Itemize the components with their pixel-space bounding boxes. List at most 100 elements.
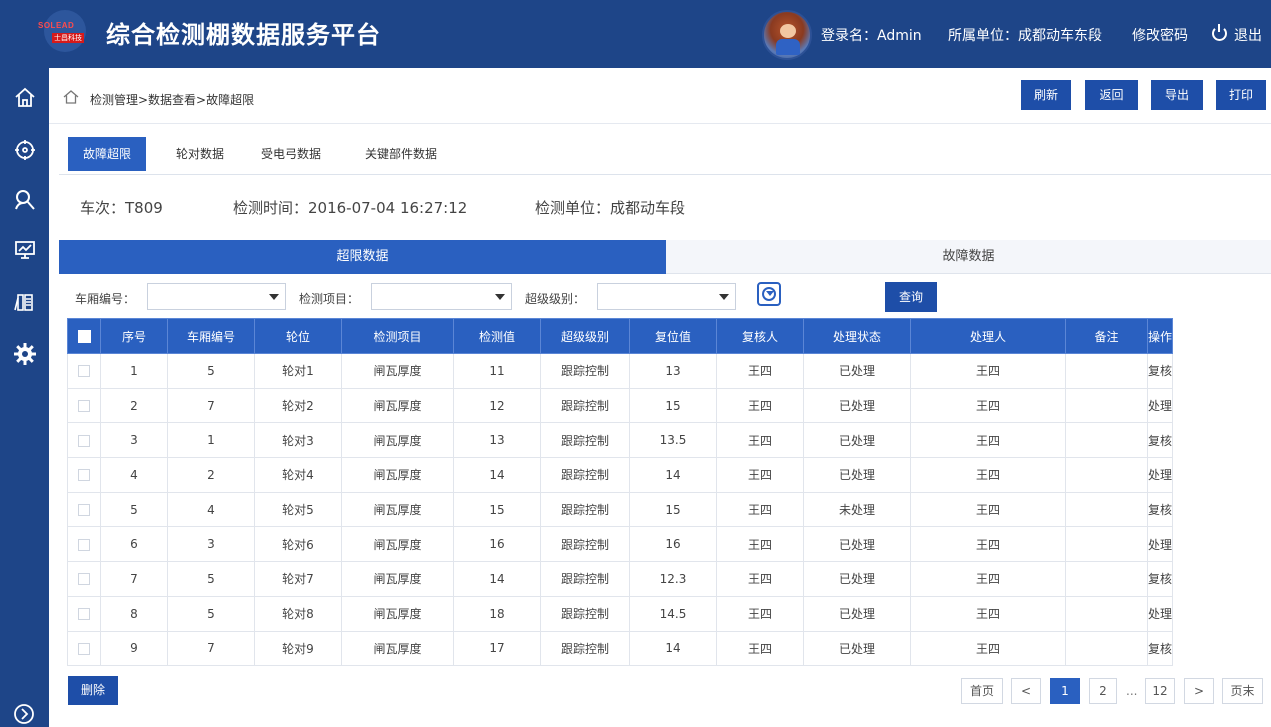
export-button[interactable]: 导出 — [1151, 80, 1203, 110]
row-index: 2 — [100, 387, 168, 424]
row-wheel: 轮对7 — [254, 561, 342, 597]
row-item: 闸瓦厚度 — [341, 457, 454, 493]
row-checkbox[interactable] — [67, 457, 101, 493]
col-wheel: 轮位 — [254, 318, 342, 354]
row-checkbox[interactable] — [67, 561, 101, 597]
prev-page-button[interactable]: < — [1011, 678, 1041, 704]
row-level: 跟踪控制 — [540, 630, 630, 667]
first-page-button[interactable]: 首页 — [961, 678, 1003, 704]
row-car: 5 — [167, 353, 255, 389]
row-action[interactable]: 处理 — [1146, 526, 1174, 563]
row-reset: 15 — [629, 491, 717, 528]
gear-icon[interactable] — [13, 342, 37, 366]
search-user-icon[interactable] — [13, 188, 37, 212]
row-checkbox[interactable] — [67, 353, 101, 389]
row-reset: 12.3 — [629, 561, 717, 597]
row-level: 跟踪控制 — [540, 526, 630, 563]
top-header: SOLEAD 士昌科技 综合检测棚数据服务平台 登录名：Admin 所属单位：成… — [0, 0, 1271, 68]
change-password-link[interactable]: 修改密码 — [1132, 25, 1188, 45]
car-number-select[interactable] — [147, 283, 286, 310]
row-checker: 王四 — [716, 491, 804, 528]
refresh-button[interactable]: 刷新 — [1021, 80, 1071, 110]
row-action[interactable]: 处理 — [1146, 457, 1174, 493]
row-checkbox[interactable] — [67, 595, 101, 632]
expand-filter-icon[interactable] — [757, 282, 781, 306]
row-car: 7 — [167, 387, 255, 424]
last-page-button[interactable]: 页末 — [1222, 678, 1263, 704]
select-all-checkbox[interactable] — [67, 318, 101, 354]
tab-fault-data[interactable]: 故障数据 — [666, 240, 1271, 274]
login-name: 登录名：Admin — [821, 28, 922, 44]
row-note — [1065, 457, 1148, 493]
row-checkbox[interactable] — [67, 387, 101, 424]
row-value: 18 — [453, 595, 541, 632]
back-button[interactable]: 返回 — [1085, 80, 1138, 110]
query-button[interactable]: 查询 — [885, 282, 937, 312]
row-checkbox[interactable] — [67, 526, 101, 563]
compass-icon[interactable] — [13, 138, 37, 162]
data-tabs: 故障超限 轮对数据 受电弓数据 关键部件数据 — [59, 133, 1271, 175]
row-wheel: 轮对9 — [254, 630, 342, 667]
row-action[interactable]: 复核 — [1146, 630, 1174, 667]
inspection-unit: 检测单位：成都动车段 — [535, 199, 686, 217]
row-action[interactable]: 复核 — [1146, 491, 1174, 528]
row-checkbox[interactable] — [67, 422, 101, 459]
row-checkbox[interactable] — [67, 630, 101, 667]
row-item: 闸瓦厚度 — [341, 491, 454, 528]
next-page-button[interactable]: > — [1184, 678, 1214, 704]
row-reset: 13 — [629, 353, 717, 389]
row-checker: 王四 — [716, 457, 804, 493]
tab-wheelset-data[interactable]: 轮对数据 — [163, 137, 237, 171]
table-row: 9 7 轮对9 闸瓦厚度 17 跟踪控制 14 王四 已处理 王四 复核 — [67, 630, 1174, 667]
row-status: 已处理 — [803, 630, 911, 667]
row-value: 16 — [453, 526, 541, 563]
home-crumb-icon[interactable] — [63, 90, 79, 104]
row-note — [1065, 561, 1148, 597]
row-action[interactable]: 处理 — [1146, 595, 1174, 632]
row-handler: 王四 — [910, 491, 1066, 528]
row-status: 已处理 — [803, 561, 911, 597]
unit-name: 所属单位：成都动车东段 — [948, 28, 1102, 44]
table-row: 6 3 轮对6 闸瓦厚度 16 跟踪控制 16 王四 已处理 王四 处理 — [67, 526, 1174, 563]
row-index: 7 — [100, 561, 168, 597]
tab-key-parts-data[interactable]: 关键部件数据 — [351, 137, 451, 171]
page-2-button[interactable]: 2 — [1089, 678, 1117, 704]
breadcrumb: 检测管理>数据查看>故障超限 — [90, 93, 255, 107]
tab-pantograph-data[interactable]: 受电弓数据 — [249, 137, 333, 171]
tab-fault-limit[interactable]: 故障超限 — [68, 137, 146, 171]
col-car: 车厢编号 — [167, 318, 255, 354]
page-1-button[interactable]: 1 — [1050, 678, 1080, 704]
print-button[interactable]: 打印 — [1216, 80, 1266, 110]
row-handler: 王四 — [910, 561, 1066, 597]
home-icon[interactable] — [13, 86, 37, 110]
company-logo: SOLEAD 士昌科技 — [38, 10, 88, 52]
row-checker: 王四 — [716, 353, 804, 389]
row-checkbox[interactable] — [67, 491, 101, 528]
power-icon[interactable] — [1212, 24, 1227, 41]
test-item-label: 检测项目： — [299, 292, 360, 306]
level-select[interactable] — [597, 283, 736, 310]
row-car: 5 — [167, 595, 255, 632]
row-action[interactable]: 处理 — [1146, 387, 1174, 424]
row-note — [1065, 422, 1148, 459]
row-action[interactable]: 复核 — [1146, 353, 1174, 389]
delete-button[interactable]: 删除 — [68, 676, 118, 705]
logout-link[interactable]: 退出 — [1234, 25, 1262, 45]
row-status: 已处理 — [803, 387, 911, 424]
train-number: 车次：T809 — [80, 199, 163, 217]
chevron-down-icon — [269, 294, 279, 300]
row-value: 13 — [453, 422, 541, 459]
row-action[interactable]: 复核 — [1146, 561, 1174, 597]
row-item: 闸瓦厚度 — [341, 526, 454, 563]
row-value: 17 — [453, 630, 541, 667]
expand-icon[interactable] — [12, 702, 36, 726]
avatar[interactable] — [762, 10, 812, 60]
archive-icon[interactable] — [13, 290, 37, 314]
row-action[interactable]: 复核 — [1146, 422, 1174, 459]
monitor-chart-icon[interactable] — [13, 238, 37, 262]
page-12-button[interactable]: 12 — [1145, 678, 1175, 704]
row-level: 跟踪控制 — [540, 353, 630, 389]
tab-limit-data[interactable]: 超限数据 — [59, 240, 666, 274]
table-row: 4 2 轮对4 闸瓦厚度 14 跟踪控制 14 王四 已处理 王四 处理 — [67, 457, 1174, 493]
test-item-select[interactable] — [371, 283, 512, 310]
